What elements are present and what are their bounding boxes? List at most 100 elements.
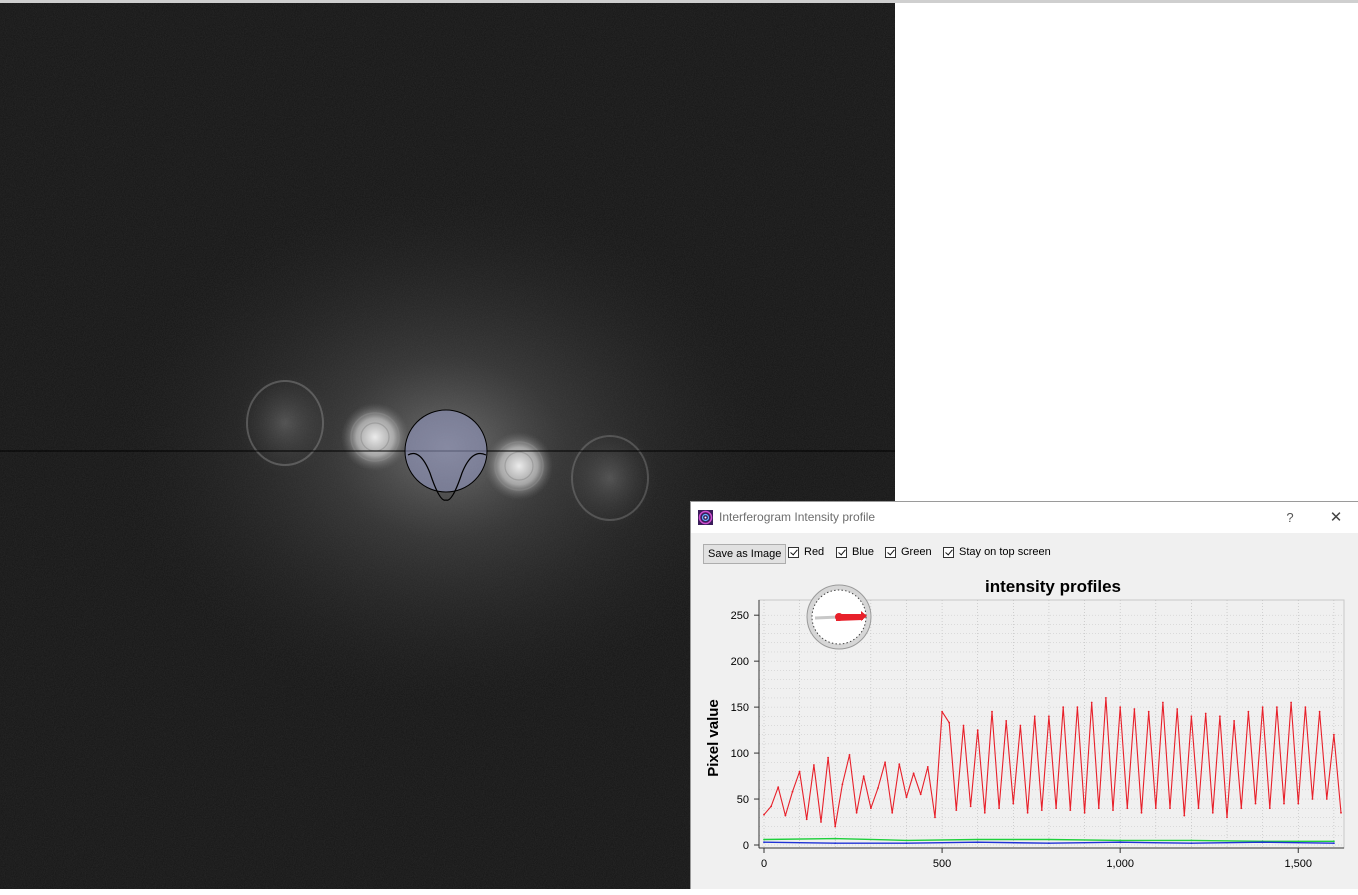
- blue-data-point: [1048, 842, 1050, 845]
- red-data-point: [1033, 715, 1036, 718]
- red-data-point: [1062, 706, 1065, 708]
- x-tick-label: 0: [761, 858, 767, 870]
- red-data-point: [1169, 807, 1171, 810]
- checkbox-label: Green: [901, 546, 932, 558]
- red-data-point: [1240, 807, 1243, 810]
- dialog-toolbar: Save as Image Red Blue Green Stay on top…: [703, 544, 1343, 566]
- red-data-point: [1283, 802, 1285, 805]
- green-data-point: [763, 838, 765, 841]
- red-data-point: [1083, 811, 1086, 814]
- blue-data-point: [905, 842, 908, 845]
- blue-data-point: [1261, 841, 1264, 844]
- red-data-point: [820, 821, 822, 823]
- save-as-image-button[interactable]: Save as Image: [703, 544, 787, 564]
- checkbox-box[interactable]: [788, 546, 799, 558]
- compass-dial-icon[interactable]: [806, 584, 872, 650]
- red-data-point: [1069, 809, 1072, 811]
- green-data-point: [1048, 838, 1050, 841]
- red-data-point: [1226, 816, 1228, 819]
- y-tick-label: 250: [731, 610, 749, 622]
- red-data-point: [934, 816, 936, 819]
- red-data-point: [784, 814, 787, 817]
- red-data-point: [948, 721, 951, 724]
- red-data-point: [1133, 708, 1136, 710]
- red-data-point: [791, 790, 794, 793]
- blue-data-point: [976, 841, 979, 844]
- red-data-point: [1140, 811, 1143, 814]
- red-data-point: [805, 818, 808, 821]
- red-data-point: [848, 754, 851, 756]
- red-data-point: [1105, 697, 1107, 699]
- red-data-point: [777, 786, 780, 788]
- intensity-chart[interactable]: intensity profiles Pixel value 0 500 1,000…: [691, 570, 1358, 890]
- dialog-titlebar[interactable]: Interferogram Intensity profile ? ✕: [691, 502, 1358, 533]
- checkbox-box[interactable]: [885, 546, 896, 558]
- y-tick-label: 50: [737, 794, 749, 806]
- y-tick-label: 200: [731, 656, 749, 668]
- red-data-point: [1040, 809, 1043, 811]
- green-checkbox[interactable]: Green: [885, 546, 932, 558]
- red-data-point: [1126, 807, 1129, 810]
- red-data-point: [1076, 706, 1079, 708]
- chart-svg: intensity profiles Pixel value 0 500 1,000…: [705, 577, 1345, 870]
- help-button[interactable]: ?: [1275, 507, 1305, 529]
- red-data-point: [1268, 807, 1271, 810]
- red-data-point: [941, 710, 943, 713]
- red-data-point: [983, 811, 986, 814]
- red-data-point: [834, 825, 837, 828]
- intensity-profile-dialog: Interferogram Intensity profile ? ✕ Save…: [690, 501, 1358, 889]
- red-checkbox[interactable]: Red: [788, 546, 824, 558]
- red-data-point: [898, 763, 901, 765]
- red-data-point: [1325, 798, 1328, 800]
- green-data-point: [1119, 839, 1122, 842]
- stay-on-top-checkbox[interactable]: Stay on top screen: [943, 546, 1051, 558]
- red-data-point: [998, 807, 1000, 810]
- red-data-point: [905, 796, 908, 799]
- selection-circle[interactable]: [404, 409, 488, 493]
- red-data-point: [1112, 809, 1114, 811]
- dialog-title: Interferogram Intensity profile: [719, 510, 876, 524]
- red-data-point: [1005, 720, 1008, 722]
- app-icon: [698, 510, 713, 525]
- chart-title: intensity profiles: [985, 577, 1121, 596]
- blue-checkbox[interactable]: Blue: [836, 546, 874, 558]
- green-data-point: [976, 838, 979, 841]
- red-data-point: [1333, 733, 1335, 736]
- red-data-point: [912, 772, 915, 775]
- red-data-point: [841, 783, 844, 786]
- red-data-point: [1261, 706, 1264, 708]
- red-data-point: [1119, 706, 1122, 708]
- red-data-point: [855, 811, 858, 814]
- red-data-point: [763, 813, 765, 816]
- red-data-point: [770, 805, 772, 808]
- red-data-point: [962, 724, 965, 727]
- red-data-point: [877, 787, 879, 789]
- blue-data-point: [834, 842, 837, 845]
- red-data-point: [1318, 710, 1321, 713]
- green-data-point: [905, 839, 908, 842]
- red-data-point: [1162, 701, 1164, 704]
- checkbox-box[interactable]: [836, 546, 847, 558]
- red-data-point: [1254, 802, 1257, 805]
- green-data-point: [1190, 839, 1193, 842]
- y-tick-label: 100: [731, 748, 749, 760]
- checkbox-box[interactable]: [943, 546, 954, 558]
- red-data-point: [1276, 706, 1278, 708]
- y-tick-label: 0: [743, 840, 749, 852]
- checkbox-label: Stay on top screen: [959, 546, 1051, 558]
- red-data-point: [798, 770, 801, 773]
- red-data-point: [1311, 798, 1314, 800]
- red-data-point: [862, 775, 865, 777]
- red-data-point: [1340, 811, 1342, 814]
- red-data-point: [1055, 807, 1057, 810]
- red-data-point: [1219, 715, 1221, 718]
- red-data-point: [1290, 701, 1292, 704]
- red-data-point: [926, 766, 929, 768]
- blue-data-point: [1119, 841, 1122, 844]
- red-data-point: [813, 764, 815, 766]
- red-data-point: [1090, 701, 1093, 704]
- red-data-point: [919, 793, 922, 796]
- red-data-point: [991, 710, 993, 713]
- close-button[interactable]: ✕: [1319, 507, 1353, 529]
- red-data-point: [969, 805, 972, 808]
